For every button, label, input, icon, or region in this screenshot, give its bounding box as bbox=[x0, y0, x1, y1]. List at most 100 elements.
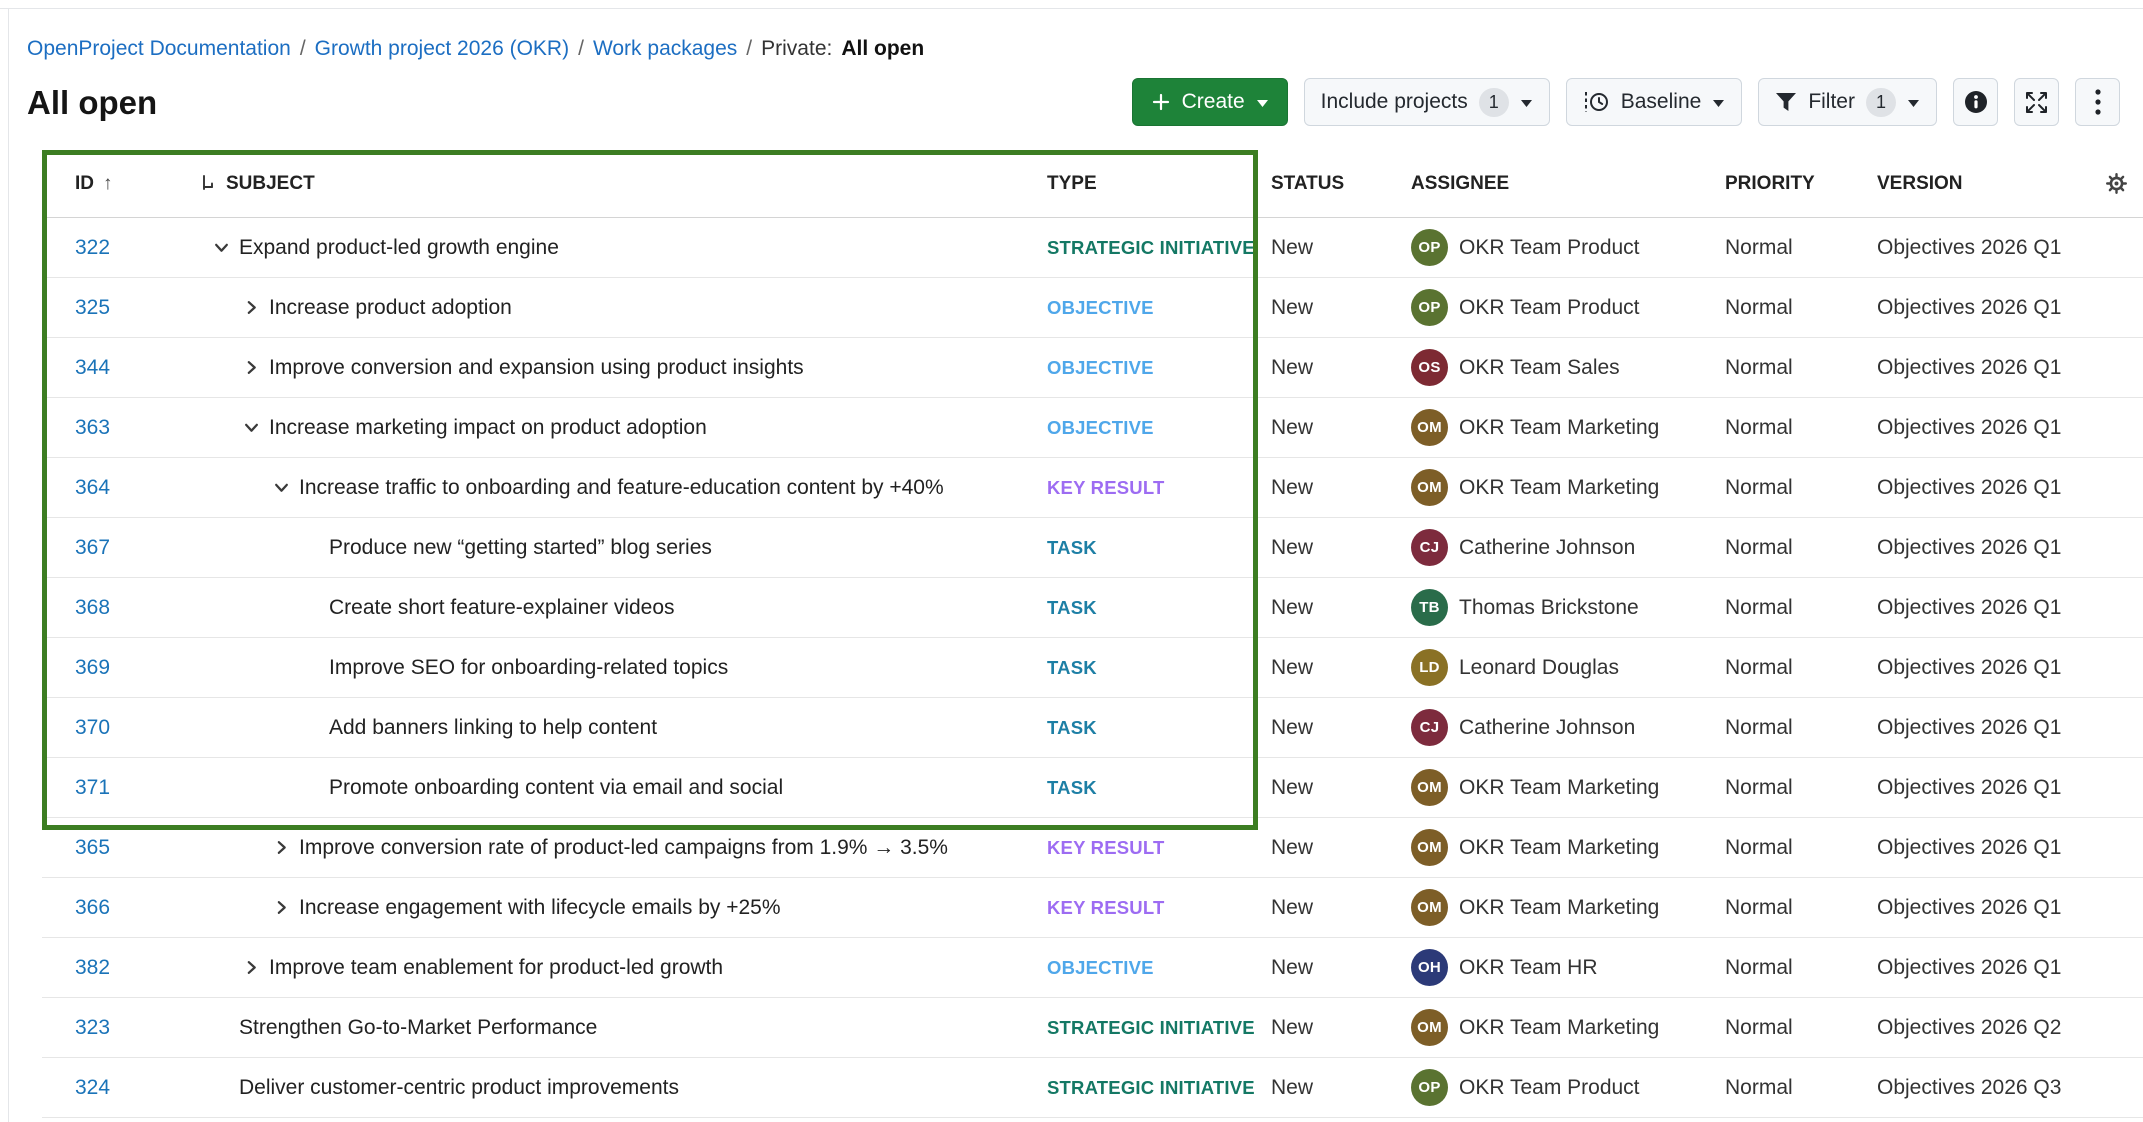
work-package-assignee[interactable]: OM OKR Team Marketing bbox=[1398, 409, 1712, 446]
work-package-id-link[interactable]: 363 bbox=[75, 416, 110, 439]
work-package-status[interactable]: New bbox=[1258, 716, 1398, 740]
work-package-status[interactable]: New bbox=[1258, 896, 1398, 920]
work-package-subject-cell[interactable]: Improve conversion and expansion using p… bbox=[200, 356, 1040, 380]
work-package-version[interactable]: Objectives 2026 Q1 bbox=[1864, 236, 2085, 260]
work-package-assignee[interactable]: OM OKR Team Marketing bbox=[1398, 1009, 1712, 1046]
work-package-subject-cell[interactable]: Strengthen Go-to-Market Performance bbox=[200, 1016, 1040, 1040]
work-package-subject-cell[interactable]: Increase marketing impact on product ado… bbox=[200, 416, 1040, 440]
table-row[interactable]: 369 Improve SEO for onboarding-related t… bbox=[42, 638, 2143, 698]
work-package-version[interactable]: Objectives 2026 Q3 bbox=[1864, 1076, 2085, 1100]
work-package-subject-cell[interactable]: Increase product adoption bbox=[200, 296, 1040, 320]
work-package-assignee[interactable]: OS OKR Team Sales bbox=[1398, 349, 1712, 386]
work-package-status[interactable]: New bbox=[1258, 836, 1398, 860]
table-row[interactable]: 365 Improve conversion rate of product-l… bbox=[42, 818, 2143, 878]
work-package-type[interactable]: TASK bbox=[1040, 597, 1258, 619]
work-package-id-link[interactable]: 367 bbox=[75, 536, 110, 559]
work-package-type[interactable]: TASK bbox=[1040, 777, 1258, 799]
work-package-priority[interactable]: Normal bbox=[1712, 236, 1864, 260]
work-package-assignee[interactable]: CJ Catherine Johnson bbox=[1398, 709, 1712, 746]
work-package-id-link[interactable]: 322 bbox=[75, 236, 110, 259]
work-package-type[interactable]: STRATEGIC INITIATIVE bbox=[1040, 1017, 1258, 1039]
work-package-version[interactable]: Objectives 2026 Q1 bbox=[1864, 956, 2085, 980]
work-package-version[interactable]: Objectives 2026 Q1 bbox=[1864, 536, 2085, 560]
work-package-subject-cell[interactable]: Promote onboarding content via email and… bbox=[200, 776, 1040, 800]
work-package-assignee[interactable]: OM OKR Team Marketing bbox=[1398, 889, 1712, 926]
work-package-priority[interactable]: Normal bbox=[1712, 476, 1864, 500]
create-button[interactable]: Create bbox=[1132, 78, 1288, 126]
filter-button[interactable]: Filter 1 bbox=[1758, 78, 1937, 126]
column-header-id[interactable]: ID ↑ bbox=[42, 173, 200, 195]
table-row[interactable]: 322 Expand product-led growth engine STR… bbox=[42, 218, 2143, 278]
work-package-priority[interactable]: Normal bbox=[1712, 596, 1864, 620]
work-package-id-link[interactable]: 382 bbox=[75, 956, 110, 979]
work-package-type[interactable]: OBJECTIVE bbox=[1040, 297, 1258, 319]
work-package-priority[interactable]: Normal bbox=[1712, 776, 1864, 800]
column-header-subject[interactable]: SUBJECT bbox=[200, 173, 1040, 195]
chevron-right-icon[interactable] bbox=[273, 839, 299, 856]
work-package-priority[interactable]: Normal bbox=[1712, 296, 1864, 320]
table-row[interactable]: 323 Strengthen Go-to-Market Performance … bbox=[42, 998, 2143, 1058]
work-package-subject-cell[interactable]: Improve SEO for onboarding-related topic… bbox=[200, 656, 1040, 680]
work-package-type[interactable]: OBJECTIVE bbox=[1040, 417, 1258, 439]
work-package-assignee[interactable]: OP OKR Team Product bbox=[1398, 1069, 1712, 1106]
work-package-type[interactable]: STRATEGIC INITIATIVE bbox=[1040, 237, 1258, 259]
work-package-id-link[interactable]: 324 bbox=[75, 1076, 110, 1099]
work-package-subject-cell[interactable]: Produce new “getting started” blog serie… bbox=[200, 536, 1040, 560]
work-package-status[interactable]: New bbox=[1258, 536, 1398, 560]
work-package-status[interactable]: New bbox=[1258, 356, 1398, 380]
work-package-priority[interactable]: Normal bbox=[1712, 956, 1864, 980]
work-package-version[interactable]: Objectives 2026 Q1 bbox=[1864, 776, 2085, 800]
work-package-status[interactable]: New bbox=[1258, 296, 1398, 320]
work-package-priority[interactable]: Normal bbox=[1712, 356, 1864, 380]
fullscreen-button[interactable] bbox=[2014, 78, 2059, 126]
chevron-right-icon[interactable] bbox=[243, 299, 269, 316]
work-package-id-link[interactable]: 366 bbox=[75, 896, 110, 919]
work-package-priority[interactable]: Normal bbox=[1712, 1076, 1864, 1100]
column-header-assignee[interactable]: ASSIGNEE bbox=[1398, 173, 1712, 195]
table-settings-button[interactable] bbox=[2085, 173, 2143, 194]
work-package-subject-cell[interactable]: Improve conversion rate of product-led c… bbox=[200, 836, 1040, 860]
work-package-status[interactable]: New bbox=[1258, 776, 1398, 800]
work-package-priority[interactable]: Normal bbox=[1712, 416, 1864, 440]
chevron-down-icon[interactable] bbox=[243, 419, 269, 436]
work-package-priority[interactable]: Normal bbox=[1712, 656, 1864, 680]
work-package-type[interactable]: TASK bbox=[1040, 717, 1258, 739]
work-package-assignee[interactable]: OM OKR Team Marketing bbox=[1398, 769, 1712, 806]
work-package-id-link[interactable]: 344 bbox=[75, 356, 110, 379]
table-row[interactable]: 367 Produce new “getting started” blog s… bbox=[42, 518, 2143, 578]
chevron-right-icon[interactable] bbox=[243, 359, 269, 376]
work-package-assignee[interactable]: CJ Catherine Johnson bbox=[1398, 529, 1712, 566]
work-package-id-link[interactable]: 369 bbox=[75, 656, 110, 679]
chevron-down-icon[interactable] bbox=[213, 239, 239, 256]
work-package-version[interactable]: Objectives 2026 Q1 bbox=[1864, 836, 2085, 860]
work-package-version[interactable]: Objectives 2026 Q1 bbox=[1864, 416, 2085, 440]
work-package-status[interactable]: New bbox=[1258, 656, 1398, 680]
work-package-subject-cell[interactable]: Increase traffic to onboarding and featu… bbox=[200, 476, 1040, 500]
work-package-priority[interactable]: Normal bbox=[1712, 1016, 1864, 1040]
column-header-priority[interactable]: PRIORITY bbox=[1712, 173, 1864, 195]
work-package-id-link[interactable]: 364 bbox=[75, 476, 110, 499]
column-header-type[interactable]: TYPE bbox=[1040, 173, 1258, 195]
work-package-version[interactable]: Objectives 2026 Q1 bbox=[1864, 896, 2085, 920]
table-row[interactable]: 363 Increase marketing impact on product… bbox=[42, 398, 2143, 458]
work-package-type[interactable]: TASK bbox=[1040, 537, 1258, 559]
baseline-button[interactable]: Baseline bbox=[1566, 78, 1743, 126]
work-package-status[interactable]: New bbox=[1258, 476, 1398, 500]
work-package-status[interactable]: New bbox=[1258, 236, 1398, 260]
work-package-assignee[interactable]: OH OKR Team HR bbox=[1398, 949, 1712, 986]
work-package-type[interactable]: KEY RESULT bbox=[1040, 477, 1258, 499]
breadcrumb-link-work-packages[interactable]: Work packages bbox=[593, 37, 737, 61]
include-projects-button[interactable]: Include projects 1 bbox=[1304, 78, 1550, 126]
work-package-status[interactable]: New bbox=[1258, 1076, 1398, 1100]
table-row[interactable]: 370 Add banners linking to help content … bbox=[42, 698, 2143, 758]
chevron-down-icon[interactable] bbox=[273, 479, 299, 496]
work-package-assignee[interactable]: OP OKR Team Product bbox=[1398, 289, 1712, 326]
work-package-assignee[interactable]: TB Thomas Brickstone bbox=[1398, 589, 1712, 626]
column-header-status[interactable]: STATUS bbox=[1258, 173, 1398, 195]
work-package-priority[interactable]: Normal bbox=[1712, 536, 1864, 560]
work-package-assignee[interactable]: LD Leonard Douglas bbox=[1398, 649, 1712, 686]
work-package-assignee[interactable]: OP OKR Team Product bbox=[1398, 229, 1712, 266]
table-row[interactable]: 324 Deliver customer-centric product imp… bbox=[42, 1058, 2143, 1118]
work-package-priority[interactable]: Normal bbox=[1712, 896, 1864, 920]
table-row[interactable]: 371 Promote onboarding content via email… bbox=[42, 758, 2143, 818]
